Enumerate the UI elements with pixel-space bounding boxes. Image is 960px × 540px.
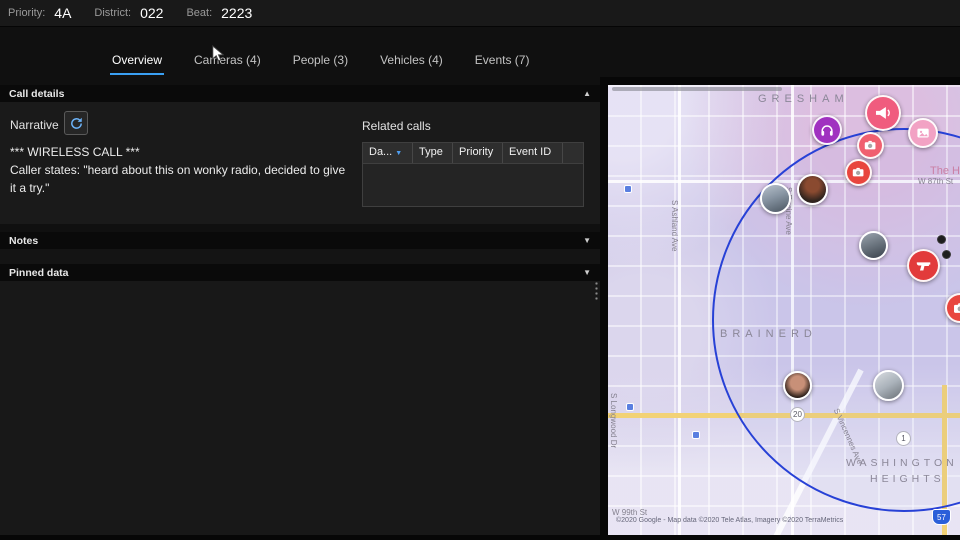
- related-calls-header-row: Da... ▼ Type Priority Event ID: [363, 143, 583, 164]
- vehicle-thumbnail: [861, 233, 886, 258]
- camera-icon: [865, 141, 876, 150]
- tab-overview[interactable]: Overview: [110, 47, 165, 75]
- collapse-down-icon: ▼: [583, 268, 591, 277]
- route-marker-1: 1: [896, 431, 911, 446]
- related-calls-table: Da... ▼ Type Priority Event ID: [362, 142, 584, 207]
- tab-events[interactable]: Events (7): [473, 47, 532, 75]
- collapse-up-icon: ▲: [583, 89, 591, 98]
- related-calls-label: Related calls: [362, 119, 431, 133]
- pinned-data-title: Pinned data: [9, 266, 69, 279]
- column-type[interactable]: Type: [413, 143, 453, 163]
- tab-bar: Overview Cameras (4) People (3) Vehicles…: [110, 45, 531, 77]
- small-dot-marker[interactable]: [937, 235, 946, 244]
- camera-marker[interactable]: [857, 132, 884, 159]
- tab-cameras[interactable]: Cameras (4): [192, 47, 263, 75]
- pinned-data-body: [0, 281, 600, 535]
- vehicle-photo-marker[interactable]: [859, 231, 888, 260]
- person-photo-marker[interactable]: [783, 371, 812, 400]
- street-label-longwood: S Longwood Dr: [609, 393, 618, 449]
- map-panel[interactable]: GRESHAM BRAINERD WASHINGTON HEIGHTS The …: [608, 85, 960, 535]
- road-ashland: [678, 85, 681, 535]
- camera-icon: [953, 303, 960, 313]
- area-label-brainerd: BRAINERD: [720, 328, 817, 340]
- image-marker[interactable]: [908, 118, 938, 148]
- transit-stop-icon: [624, 185, 632, 193]
- pinned-data-header[interactable]: Pinned data ▼: [0, 264, 600, 281]
- beat-value: 2223: [221, 5, 253, 21]
- related-calls-empty-body: [363, 164, 583, 206]
- gun-icon: [916, 261, 930, 270]
- district-label: District:: [94, 7, 132, 19]
- collapse-down-icon: ▼: [583, 236, 591, 245]
- interstate-57-shield: 57: [932, 509, 951, 525]
- speaker-marker[interactable]: [865, 95, 901, 131]
- person-thumbnail: [785, 373, 810, 398]
- street-label-w87: W 87th St: [918, 177, 954, 186]
- vehicle-thumbnail: [762, 185, 789, 212]
- headphones-marker[interactable]: [812, 115, 842, 145]
- map-attribution: ©2020 Google - Map data ©2020 Tele Atlas…: [616, 517, 844, 524]
- street-label-w99: W 99th St: [612, 508, 648, 517]
- beat-label: Beat:: [186, 7, 213, 19]
- priority-value: 4A: [54, 5, 72, 21]
- small-dot-marker[interactable]: [942, 250, 951, 259]
- area-label-heights: HEIGHTS: [870, 473, 945, 485]
- gun-marker[interactable]: [907, 249, 940, 282]
- street-label-ashland: S Ashland Ave: [670, 200, 679, 252]
- priority-label: Priority:: [8, 7, 46, 19]
- call-details-title: Call details: [9, 87, 65, 100]
- refresh-narrative-button[interactable]: [64, 111, 88, 135]
- image-icon: [917, 128, 929, 138]
- notes-collapsed-area: [0, 249, 600, 264]
- person-photo-marker[interactable]: [797, 174, 828, 205]
- column-date[interactable]: Da... ▼: [363, 143, 413, 163]
- refresh-icon: [70, 117, 82, 129]
- tab-people[interactable]: People (3): [291, 47, 350, 75]
- notes-header[interactable]: Notes ▼: [0, 232, 600, 249]
- headphones-icon: [821, 125, 833, 136]
- incident-header-bar: Priority: 4A District: 022 Beat: 2223: [0, 0, 960, 27]
- column-priority[interactable]: Priority: [453, 143, 503, 163]
- dispatch-app: Priority: 4A District: 022 Beat: 2223 Ov…: [0, 0, 960, 540]
- poi-label: The H: [930, 165, 960, 177]
- route-marker-20: 20: [790, 407, 805, 422]
- notes-title: Notes: [9, 234, 39, 247]
- sort-desc-icon: ▼: [395, 150, 403, 157]
- vehicle-photo-marker[interactable]: [760, 183, 791, 214]
- district-value: 022: [140, 5, 164, 21]
- camera-marker[interactable]: [845, 159, 872, 186]
- narrative-line1: *** WIRELESS CALL ***: [10, 145, 140, 159]
- tab-vehicles[interactable]: Vehicles (4): [378, 47, 445, 75]
- vehicle-photo-marker[interactable]: [873, 370, 904, 401]
- narrative-line2: Caller states: "heard about this on wonk…: [10, 163, 346, 195]
- person-thumbnail: [799, 176, 826, 203]
- column-filler: [563, 143, 583, 163]
- camera-icon: [853, 168, 864, 177]
- panel-splitter-handle[interactable]: [593, 280, 599, 300]
- call-details-header[interactable]: Call details ▲: [0, 85, 600, 102]
- column-event-id[interactable]: Event ID: [503, 143, 563, 163]
- vehicle-thumbnail: [875, 372, 902, 399]
- narrative-label: Narrative: [10, 118, 59, 132]
- speaker-icon: [876, 107, 890, 119]
- narrative-text: *** WIRELESS CALL *** Caller states: "he…: [10, 143, 352, 197]
- transit-stop-icon: [692, 431, 700, 439]
- map-scrollbar[interactable]: [612, 87, 782, 91]
- transit-stop-icon: [626, 403, 634, 411]
- area-label-gresham: GRESHAM: [758, 93, 849, 105]
